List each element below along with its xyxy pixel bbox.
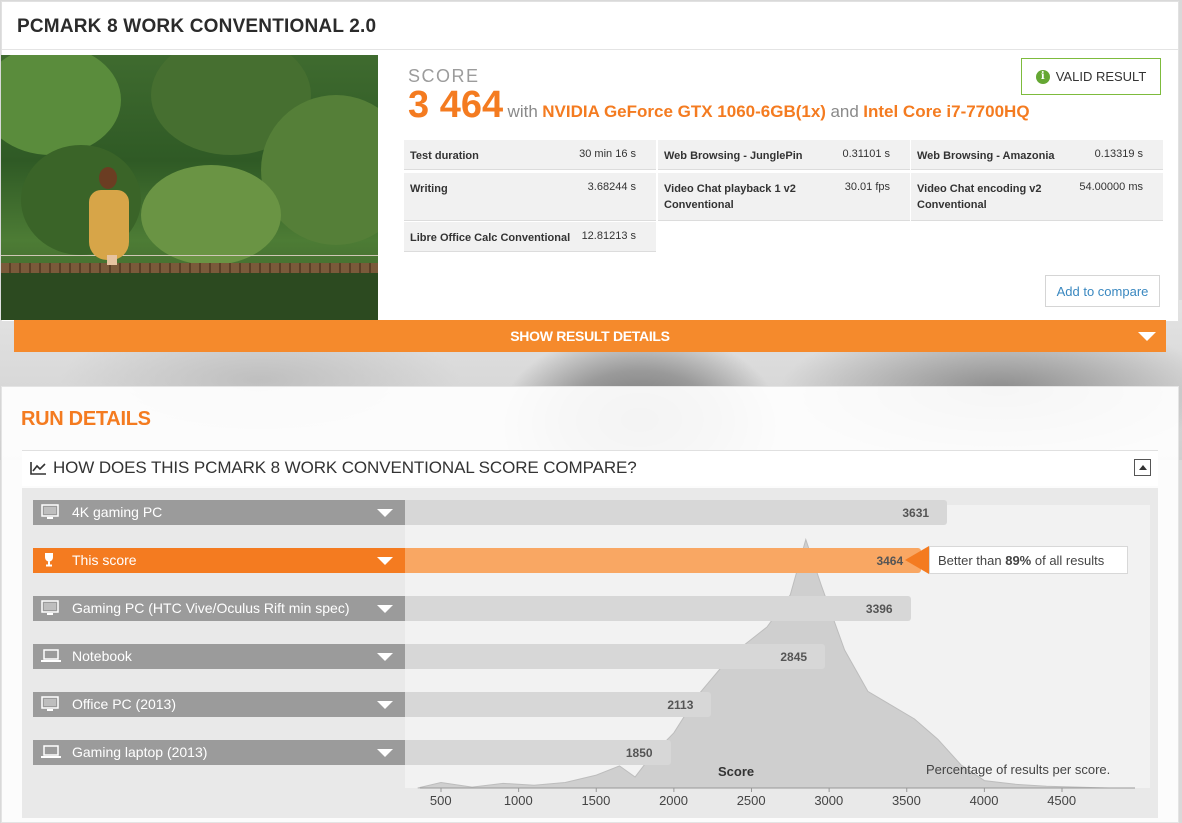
x-tick-label: 4500 (1047, 793, 1077, 808)
category-row[interactable]: 4K gaming PC (33, 500, 405, 525)
score-bar-value: 3631 (902, 506, 930, 520)
better-suffix: of all results (1031, 552, 1105, 568)
score-bar-value: 3396 (865, 602, 893, 616)
x-tick-label: 2500 (736, 793, 766, 808)
category-row[interactable]: Gaming laptop (2013) (33, 740, 405, 765)
chevron-down-icon[interactable] (377, 605, 393, 613)
chevron-down-icon[interactable] (377, 509, 393, 517)
category-label: Office PC (2013) (72, 696, 177, 712)
category-label: 4K gaming PC (72, 504, 163, 520)
chevron-down-icon[interactable] (377, 749, 393, 757)
laptop-icon (41, 744, 61, 760)
x-tick-label: 1500 (581, 793, 611, 808)
category-row[interactable]: Gaming PC (HTC Vive/Oculus Rift min spec… (33, 596, 405, 621)
desktop-icon (41, 696, 59, 712)
better-than-box: Better than 89% of all results (929, 546, 1128, 574)
category-label: Gaming laptop (2013) (72, 744, 208, 760)
better-percent: 89% (1005, 552, 1032, 568)
axis-note: Percentage of results per score. (926, 762, 1111, 777)
laptop-icon (41, 648, 61, 664)
x-axis-title: Score (718, 764, 755, 779)
score-bar: 3464 (405, 548, 922, 573)
category-label: Gaming PC (HTC Vive/Oculus Rift min spec… (72, 600, 350, 616)
x-tick-label: 2000 (659, 793, 688, 808)
score-bar: 2845 (405, 644, 826, 669)
desktop-icon (41, 600, 59, 616)
score-bar-value: 1850 (625, 746, 653, 760)
category-row[interactable]: Notebook (33, 644, 405, 669)
category-row[interactable]: Office PC (2013) (33, 692, 405, 717)
x-tick-label: 3500 (891, 793, 921, 808)
chevron-down-icon[interactable] (377, 557, 393, 565)
score-bar: 2113 (405, 692, 712, 717)
category-row[interactable]: This score (33, 548, 405, 573)
score-bar-value: 2113 (667, 698, 694, 712)
desktop-icon (41, 504, 59, 520)
trophy-icon (41, 552, 59, 568)
x-tick-label: 1000 (503, 793, 533, 808)
score-bar-value: 2845 (780, 650, 808, 664)
chevron-down-icon[interactable] (377, 701, 393, 709)
score-bar: 1850 (405, 740, 671, 765)
chevron-down-icon[interactable] (377, 653, 393, 661)
better-prefix: Better than (938, 552, 1006, 568)
pointer-arrow (905, 546, 929, 574)
category-label: This score (72, 552, 137, 568)
score-bar: 3631 (405, 500, 948, 525)
x-tick-label: 4000 (969, 793, 999, 808)
x-tick-label: 3000 (814, 793, 844, 808)
x-tick-label: 500 (429, 793, 452, 808)
score-bar: 3396 (405, 596, 911, 621)
score-bar-value: 3464 (876, 554, 904, 568)
category-label: Notebook (72, 648, 132, 664)
